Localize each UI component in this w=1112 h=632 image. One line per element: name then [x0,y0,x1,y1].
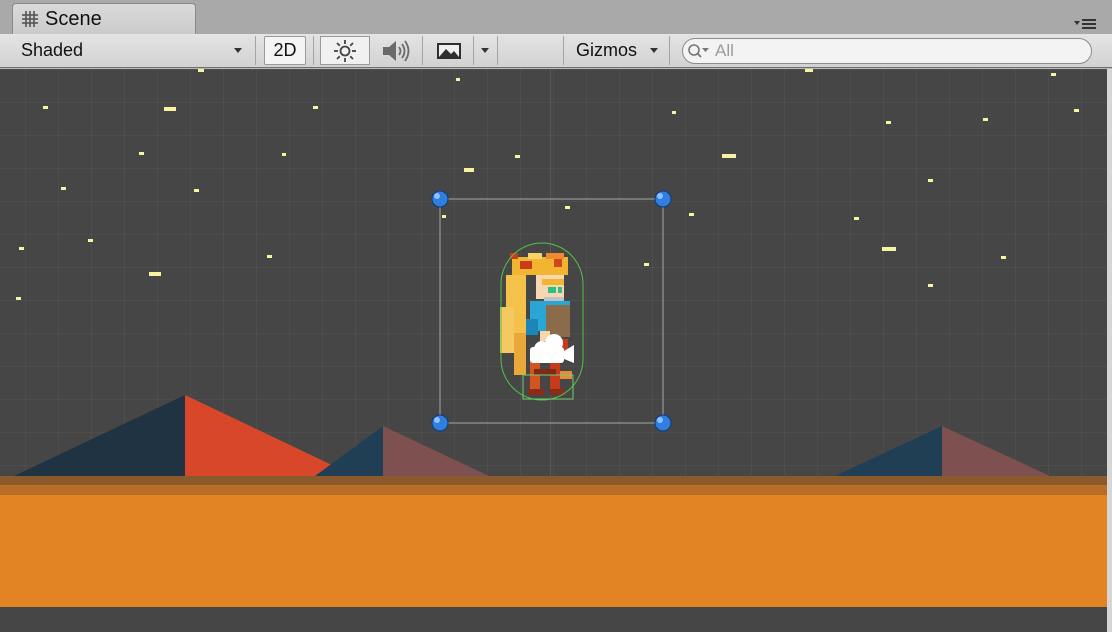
handle-top-left [431,190,449,208]
search-input[interactable] [713,41,1075,61]
scene-tab-label: Scene [45,7,102,30]
scene-tab[interactable]: Scene [12,3,196,34]
ground-platform [0,476,1107,607]
toolbar-divider [422,36,423,65]
handle-bottom-left [431,414,449,432]
search-icon [688,44,709,58]
gizmos-label: Gizmos [576,40,638,60]
viewport-bottom-strip [0,607,1107,632]
scene-canvas [0,69,1107,607]
2d-mode-toggle[interactable]: 2D [264,36,306,65]
toolbar-divider [255,36,256,65]
speaker-icon [383,39,410,62]
scene-effects-dropdown[interactable] [474,36,496,65]
audio-toggle[interactable] [372,36,420,65]
toolbar-divider [497,36,498,65]
toolbar-divider [563,36,564,65]
toolbar-divider [669,36,670,65]
search-field[interactable] [682,38,1092,64]
image-icon [437,42,461,59]
sun-icon [334,39,356,62]
scene-toolbar: Shaded 2D Gizmos All [0,34,1112,68]
scene-viewport[interactable] [0,69,1107,632]
handle-top-right [654,190,672,208]
toolbar-divider [313,36,314,65]
grid-hash-icon [22,11,38,27]
lighting-toggle[interactable] [320,36,370,65]
chevron-down-icon [481,48,489,53]
chevron-down-icon [650,48,658,53]
shading-mode-value: Shaded [21,40,84,60]
viewport-edge [1107,69,1112,632]
scene-effects-toggle[interactable] [426,36,472,65]
shading-mode-dropdown[interactable]: Shaded [10,36,250,65]
chevron-down-icon [234,48,242,53]
2d-mode-label: 2D [273,40,297,60]
tab-menu-icon[interactable] [1074,17,1098,31]
pixel-art-girl-sprite[interactable] [500,253,572,395]
gizmos-dropdown[interactable]: Gizmos [566,36,666,65]
mountains-background [14,395,1050,476]
tab-strip: Scene [0,0,1112,34]
handle-bottom-right [654,414,672,432]
